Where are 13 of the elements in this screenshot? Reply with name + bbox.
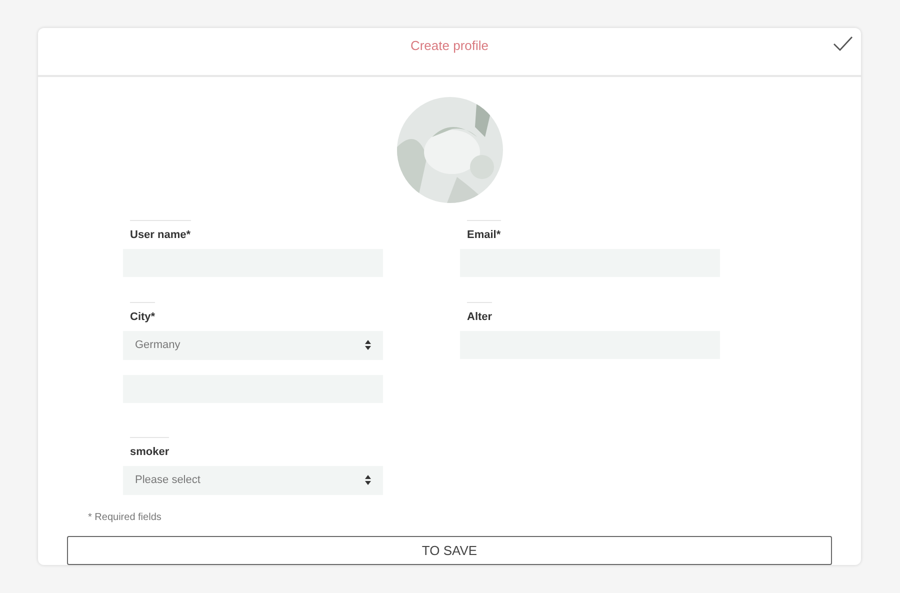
field-label: smoker [130, 446, 170, 458]
field-label: Email* [467, 228, 501, 241]
field-label: User name* [130, 228, 191, 241]
field-label: Alter [467, 310, 492, 323]
sort-icon [365, 475, 371, 486]
select-field[interactable]: Please select [123, 466, 383, 495]
save-button[interactable]: TO SAVE [67, 536, 832, 565]
field-label: City* [130, 310, 156, 323]
page-title: Create profile [410, 37, 489, 55]
check-icon[interactable] [833, 36, 853, 52]
required-note: * Required fields [88, 510, 162, 525]
select-field[interactable]: Germany [123, 330, 383, 360]
sort-icon [365, 340, 371, 350]
